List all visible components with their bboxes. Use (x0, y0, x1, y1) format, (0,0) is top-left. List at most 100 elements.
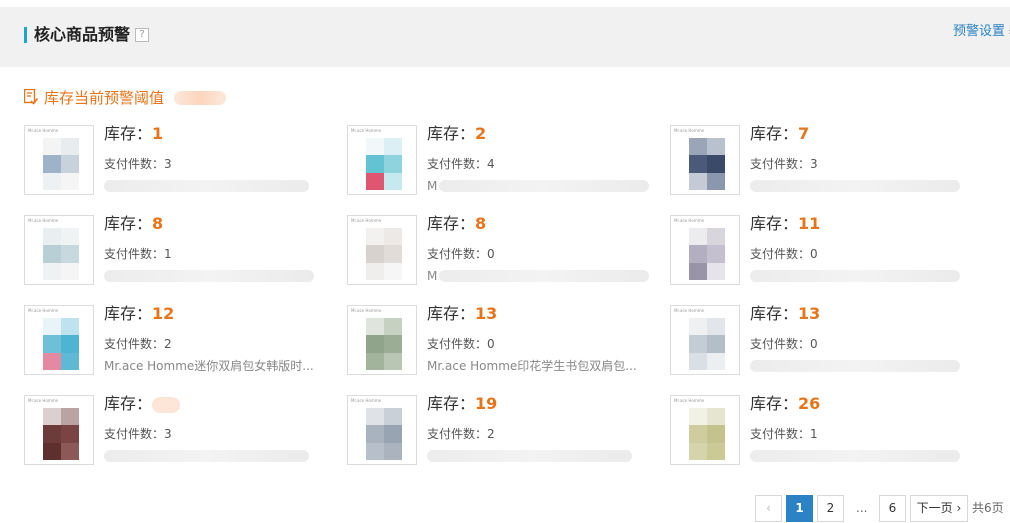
product-name[interactable]: Mr.ace Homme印花学生书包双肩包... (427, 358, 637, 374)
product-name-redacted (750, 180, 960, 192)
page-title: 核心商品预警 (34, 25, 131, 44)
product-thumbnail[interactable]: Mr.ace Homme (24, 395, 94, 465)
product-card[interactable]: Mr.ace Homme 库存： 支付件数：3 (24, 393, 334, 465)
product-card[interactable]: Mr.ace Homme 库存：2 支付件数：4 M (347, 124, 657, 195)
checklist-icon (24, 89, 38, 105)
thumbnail-brand-text: Mr.ace Homme (28, 128, 59, 133)
product-name-redacted (427, 450, 632, 462)
next-page-button[interactable]: 下一页 › (910, 495, 968, 522)
product-image-pixelated (689, 228, 725, 280)
stock-count: 库存：7 (750, 123, 809, 145)
stock-count: 库存：19 (427, 393, 497, 415)
product-image-pixelated (689, 408, 725, 460)
product-card[interactable]: Mr.ace Homme 库存：8 支付件数：1 (24, 214, 334, 285)
stock-value: 13 (475, 304, 498, 323)
threshold-value-redacted (174, 91, 226, 105)
product-card[interactable]: Mr.ace Homme 库存：26 支付件数：1 (670, 394, 980, 465)
product-card[interactable]: Mr.ace Homme 库存：11 支付件数：0 (670, 214, 980, 285)
product-card[interactable]: Mr.ace Homme 库存：13 支付件数：0 Mr.ace Homme印花学生书… (347, 303, 657, 375)
paid-value: 3 (164, 157, 172, 171)
product-card[interactable]: Mr.ace Homme 库存：8 支付件数：0 M (347, 213, 657, 285)
stock-label: 库存： (427, 214, 476, 233)
stock-value: 1 (152, 124, 164, 143)
threshold-label: 库存当前预警阈值 (44, 89, 165, 107)
thumbnail-brand-text: Mr.ace Homme (674, 308, 705, 313)
product-name-redacted (104, 450, 309, 462)
product-name-redacted (750, 270, 960, 282)
stock-count: 库存：8 (427, 213, 486, 235)
thumbnail-brand-text: Mr.ace Homme (28, 218, 59, 223)
paid-value: 3 (164, 427, 172, 441)
paid-count: 支付件数：4 (427, 156, 495, 172)
paid-value: 4 (487, 157, 495, 171)
paid-count: 支付件数：0 (427, 246, 495, 262)
paid-label: 支付件数： (750, 427, 811, 441)
product-name[interactable]: Mr.ace Homme迷你双肩包女韩版时... (104, 358, 314, 374)
thumbnail-brand-text: Mr.ace Homme (351, 128, 382, 133)
product-name[interactable]: M (427, 178, 437, 194)
product-card[interactable]: Mr.ace Homme 库存：1 支付件数：3 (24, 123, 334, 195)
paid-label: 支付件数： (750, 337, 811, 351)
prev-page-button[interactable]: ‹ (755, 495, 782, 522)
product-name-redacted (750, 450, 960, 462)
product-name-redacted (439, 180, 649, 192)
stock-count: 库存：13 (427, 303, 497, 325)
product-thumbnail[interactable]: Mr.ace Homme (670, 215, 740, 285)
product-name[interactable]: M (427, 268, 437, 284)
alert-settings-link[interactable]: 预警设置» (953, 23, 1010, 41)
paid-value: 2 (487, 427, 495, 441)
product-thumbnail[interactable]: Mr.ace Homme (347, 215, 417, 285)
product-thumbnail[interactable]: Mr.ace Homme (347, 395, 417, 465)
product-thumbnail[interactable]: Mr.ace Homme (24, 215, 94, 285)
help-icon[interactable]: ? (135, 28, 149, 42)
page-1-button[interactable]: 1 (786, 495, 813, 522)
product-thumbnail[interactable]: Mr.ace Homme (670, 395, 740, 465)
thumbnail-brand-text: Mr.ace Homme (351, 218, 382, 223)
chevron-right-icon: › (956, 501, 962, 515)
stock-count: 库存：13 (750, 303, 820, 325)
product-image-pixelated (689, 138, 725, 190)
paid-label: 支付件数： (427, 247, 488, 261)
stock-value: 8 (152, 214, 164, 233)
product-card[interactable]: Mr.ace Homme 库存：19 支付件数：2 (347, 393, 657, 465)
paid-count: 支付件数：3 (104, 426, 172, 442)
paid-label: 支付件数： (427, 337, 488, 351)
paid-value: 1 (164, 247, 172, 261)
thumbnail-brand-text: Mr.ace Homme (674, 128, 705, 133)
paid-label: 支付件数： (104, 427, 165, 441)
product-thumbnail[interactable]: Mr.ace Homme (670, 305, 740, 375)
stock-count: 库存： (104, 393, 181, 415)
product-card[interactable]: Mr.ace Homme 库存：7 支付件数：3 (670, 123, 980, 195)
page-2-button[interactable]: 2 (817, 495, 844, 522)
paid-label: 支付件数： (104, 157, 165, 171)
paid-label: 支付件数： (750, 247, 811, 261)
paid-label: 支付件数： (427, 157, 488, 171)
product-thumbnail[interactable]: Mr.ace Homme (670, 125, 740, 195)
next-page-label: 下一页 (916, 501, 953, 515)
stock-value: 13 (798, 304, 821, 323)
product-image-pixelated (366, 318, 402, 370)
page-6-button[interactable]: 6 (879, 495, 906, 522)
product-card[interactable]: Mr.ace Homme 库存：12 支付件数：2 Mr.ace Homme迷你双肩包… (24, 303, 334, 375)
product-thumbnail[interactable]: Mr.ace Homme (347, 125, 417, 195)
stock-count: 库存：12 (104, 303, 174, 325)
stock-count: 库存：1 (104, 123, 163, 145)
product-image-pixelated (43, 408, 79, 460)
paid-label: 支付件数： (750, 157, 811, 171)
alert-settings-label: 预警设置 (953, 24, 1006, 39)
product-image-pixelated (43, 318, 79, 370)
paid-value: 1 (810, 427, 818, 441)
product-image-pixelated (43, 138, 79, 190)
product-thumbnail[interactable]: Mr.ace Homme (24, 305, 94, 375)
stock-value-redacted (152, 396, 181, 413)
header-panel: 核心商品预警 ? 预警设置» (0, 7, 1010, 67)
stock-label: 库存： (104, 394, 153, 413)
paid-count: 支付件数：2 (104, 336, 172, 352)
stock-value: 19 (475, 394, 498, 413)
stock-label: 库存： (427, 124, 476, 143)
product-thumbnail[interactable]: Mr.ace Homme (347, 305, 417, 375)
stock-value: 7 (798, 124, 810, 143)
product-thumbnail[interactable]: Mr.ace Homme (24, 125, 94, 195)
thumbnail-brand-text: Mr.ace Homme (28, 308, 59, 313)
product-card[interactable]: Mr.ace Homme 库存：13 支付件数：0 (670, 303, 980, 375)
